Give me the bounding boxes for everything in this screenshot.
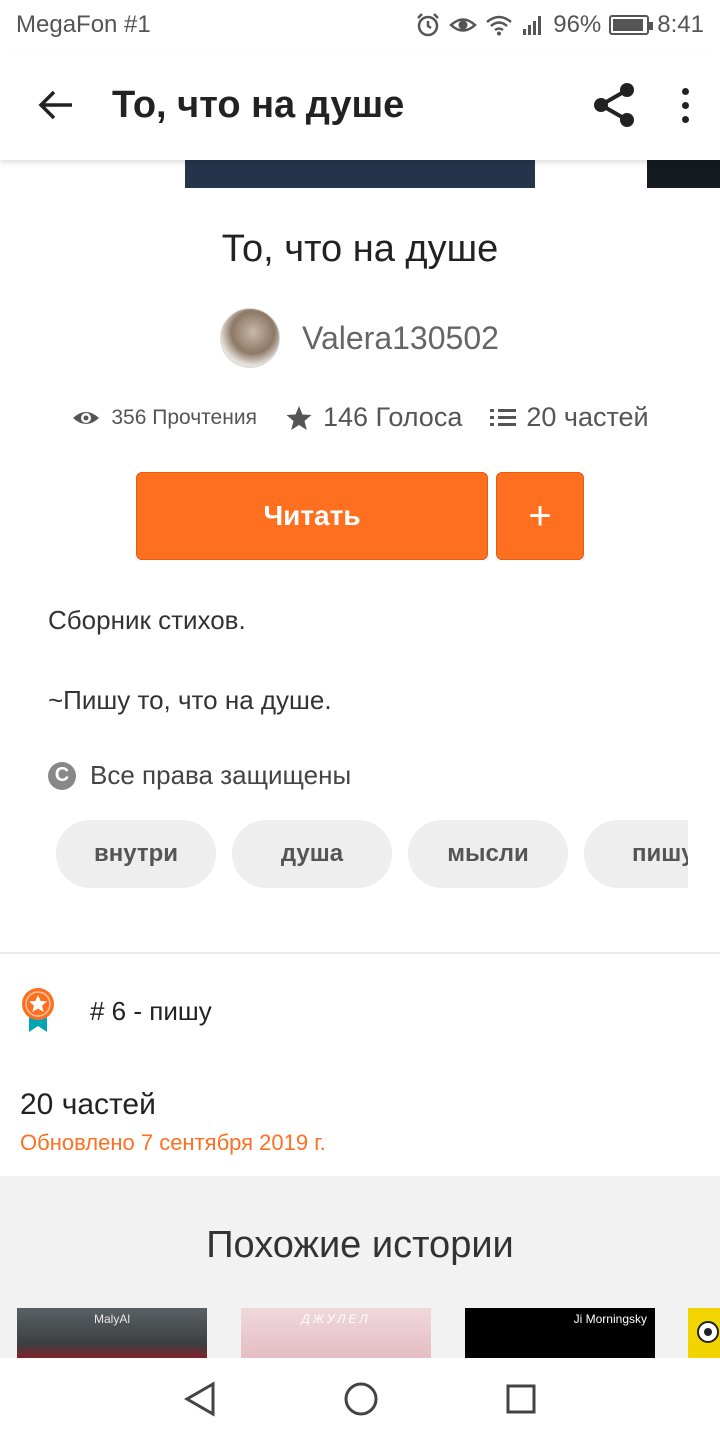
reads-count: 356 Прочтения [111, 405, 257, 429]
votes-stat: 146 Голоса [285, 402, 462, 433]
next-cover-image [647, 160, 720, 188]
star-icon [286, 405, 312, 430]
battery-level [613, 19, 643, 31]
votes-count: 146 Голоса [322, 402, 463, 432]
read-button[interactable]: Читать [136, 472, 488, 560]
author-link[interactable]: Valera130502 [220, 308, 499, 368]
eye-icon [73, 411, 100, 424]
story-title: То, что на душе [221, 228, 499, 270]
add-to-library-button[interactable]: + [496, 472, 584, 560]
cover-label: Ji Morningsky [573, 1312, 647, 1326]
author-name[interactable]: Valera130502 [302, 320, 499, 357]
story-description: Сборник стихов. ~Пишу то, что на душе. [48, 600, 688, 720]
tag-chip[interactable]: пишу [584, 820, 688, 888]
list-icon [490, 409, 517, 426]
app-bar-title: То, что на душе [112, 83, 405, 126]
battery-percent: 96% [553, 11, 602, 38]
tag-chip[interactable]: душа [232, 820, 392, 888]
similar-story-cover[interactable]: ДЖУЛЕЛ [241, 1308, 431, 1358]
wifi-icon [486, 15, 513, 36]
description-line: ~Пишу то, что на душе. [48, 685, 332, 715]
cover-label: ДЖУЛЕЛ [301, 1312, 371, 1326]
similar-story-cover[interactable] [688, 1308, 720, 1358]
award-ribbon-icon [22, 988, 54, 1032]
eye-icon [449, 18, 478, 32]
tag-chip[interactable]: мысли [408, 820, 568, 888]
status-bar: MegaFon #1 96% 8:41 [0, 0, 720, 50]
reads-stat: 356 Прочтения [71, 406, 257, 430]
status-icons: 96% 8:41 [415, 11, 704, 39]
copyright-icon: C [48, 761, 76, 790]
tag-list: внутри душа мысли пишу [56, 820, 688, 888]
updated-date: Обновлено 7 сентября 2019 г. [20, 1130, 326, 1155]
cover-image [185, 160, 535, 188]
divider [0, 952, 720, 954]
parts-stat: 20 частей [490, 402, 649, 433]
similar-story-cover[interactable]: MalyAl [17, 1308, 207, 1358]
home-circle-icon[interactable] [343, 1381, 379, 1417]
copyright-text: Все права защищены [90, 760, 352, 790]
more-options-button[interactable] [650, 87, 720, 123]
similar-story-cover[interactable]: Ji Morningsky [465, 1308, 655, 1358]
parts-count: 20 частей [526, 402, 649, 432]
cover-art [697, 1321, 719, 1343]
section-title: Похожие истории [206, 1224, 514, 1266]
share-button[interactable] [580, 81, 650, 129]
tag-chip[interactable]: внутри [56, 820, 216, 888]
recents-square-icon[interactable] [505, 1383, 537, 1415]
app-bar: То, что на душе [0, 50, 720, 160]
ranking-text: # 6 - пишу [90, 995, 212, 1026]
battery-icon [609, 15, 654, 35]
more-vert-icon [681, 87, 689, 123]
avatar[interactable] [220, 308, 280, 368]
system-nav-bar [0, 1358, 720, 1440]
share-icon [594, 83, 634, 127]
copyright-notice: C Все права защищены [48, 760, 351, 791]
similar-stories-section: Похожие истории MalyAl ДЖУЛЕЛ Ji Morning… [0, 1176, 720, 1358]
signal-icon [523, 16, 542, 35]
back-button[interactable] [0, 89, 112, 121]
story-stats: 356 Прочтения 146 Голоса 20 частей [0, 402, 720, 433]
cover-label: MalyAl [93, 1312, 130, 1326]
parts-heading[interactable]: 20 частей [20, 1088, 156, 1122]
alarm-icon [417, 13, 440, 37]
back-arrow-icon [38, 90, 72, 120]
back-triangle-icon[interactable] [183, 1381, 217, 1417]
clock: 8:41 [657, 11, 704, 38]
ranking-row[interactable]: # 6 - пишу [20, 988, 212, 1034]
description-line: Сборник стихов. [48, 605, 246, 635]
carrier-name: MegaFon #1 [16, 11, 151, 38]
